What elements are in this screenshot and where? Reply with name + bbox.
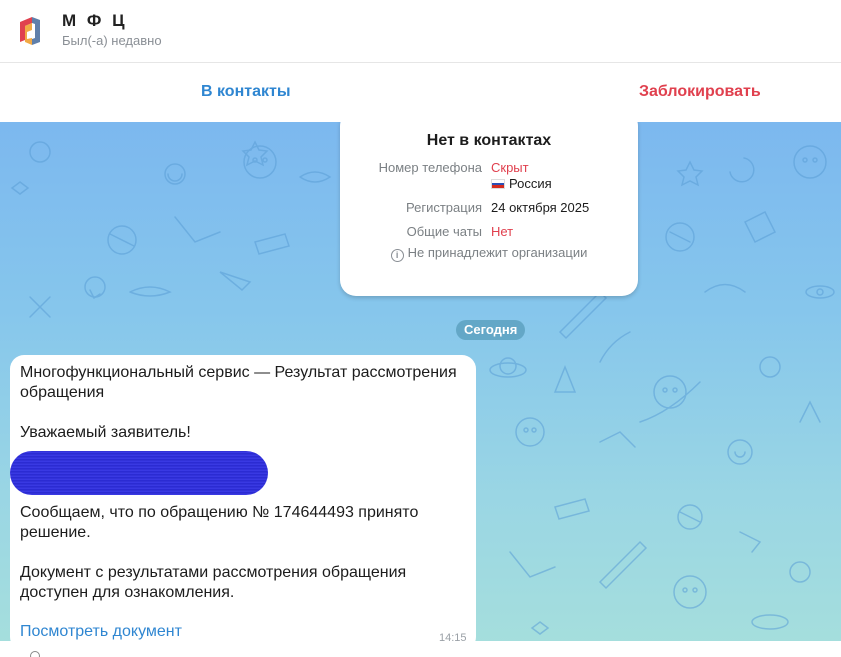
mfc-logo-icon — [20, 17, 40, 45]
block-user-button[interactable]: Заблокировать — [639, 83, 761, 101]
message-line: Документ с результатами рассмотрения обр… — [20, 564, 407, 581]
info-icon: i — [390, 249, 404, 262]
registration-value: 24 октября 2025 — [491, 200, 590, 215]
chat-area[interactable]: Нет в контактах Номер телефона Скрыт Рос… — [0, 122, 841, 657]
message-line: обращения — [20, 384, 105, 401]
chat-title: М Ф Ц — [62, 11, 128, 30]
last-seen-status: Был(-а) недавно — [62, 33, 162, 48]
contact-action-bar: В контакты Заблокировать — [0, 62, 841, 122]
redacted-text-scribble — [10, 451, 268, 495]
phone-label: Номер телефона — [378, 160, 482, 175]
emoji-icon[interactable] — [30, 651, 40, 657]
country-name: Россия — [509, 176, 552, 191]
add-to-contacts-button[interactable]: В контакты — [201, 83, 290, 101]
organization-note-text: Не принадлежит организации — [407, 245, 588, 260]
russia-flag-icon — [491, 179, 505, 189]
organization-note: i Не принадлежит организации — [340, 245, 638, 262]
common-chats-label: Общие чаты — [406, 224, 482, 239]
message-composer[interactable] — [0, 641, 841, 657]
message-bubble[interactable]: Многофункциональный сервис — Результат р… — [10, 355, 476, 651]
date-separator: Сегодня — [456, 320, 526, 340]
common-chats-value: Нет — [491, 224, 514, 239]
message-line: Многофункциональный сервис — Результат р… — [20, 364, 457, 381]
message-greeting: Уважаемый заявитель! — [20, 424, 191, 441]
info-card-title: Нет в контактах — [426, 132, 552, 149]
country-value: Россия — [491, 176, 552, 191]
message-line: Сообщаем, что по обращению № 174644493 п… — [20, 504, 419, 521]
phone-value: Скрыт — [491, 160, 529, 175]
message-line: решение. — [20, 524, 91, 541]
registration-label: Регистрация — [406, 200, 482, 215]
view-document-link[interactable]: Посмотреть документ — [20, 623, 182, 641]
message-line: доступен для ознакомления. — [20, 584, 235, 601]
chat-header[interactable]: М Ф Ц Был(-а) недавно — [0, 0, 841, 62]
contact-info-card: Нет в контактах Номер телефона Скрыт Рос… — [340, 122, 638, 296]
